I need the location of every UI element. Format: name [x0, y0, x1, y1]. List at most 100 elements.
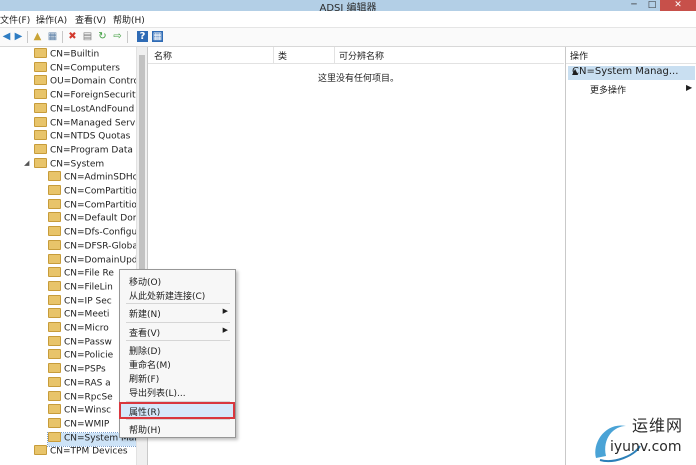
- folder-icon: [34, 48, 47, 58]
- tree-item[interactable]: CN=RAS a: [48, 376, 111, 391]
- tree-item-label: CN=AdminSDHolc: [64, 172, 146, 183]
- tree-item[interactable]: CN=NTDS Quotas: [34, 130, 130, 144]
- context-menu-item[interactable]: 导出列表(L)...: [121, 385, 233, 399]
- actions-section[interactable]: CN=System Manag... ▲: [568, 66, 695, 80]
- folder-icon: [34, 143, 47, 154]
- tree-item-label: CN=Program Data: [50, 145, 133, 156]
- up-folder-icon[interactable]: ▲: [32, 31, 43, 42]
- tree-item[interactable]: CN=Default Doma: [48, 212, 147, 226]
- tree-item-label: CN=Computers: [50, 63, 120, 74]
- context-menu-item-label: 查看(V): [129, 328, 161, 339]
- view-icon[interactable]: ▦: [152, 31, 163, 42]
- tree-item[interactable]: CN=ComPartitions: [48, 185, 147, 199]
- column-name[interactable]: 名称: [154, 49, 172, 62]
- help-icon[interactable]: ?: [137, 31, 148, 42]
- tree-item[interactable]: CN=TPM Devices: [34, 445, 128, 459]
- tree-item[interactable]: CN=Policie: [48, 349, 114, 363]
- list-header: 名称 类 可分辨名称: [148, 47, 564, 64]
- title-bar: ADSI 编辑器 ─ □ ✕: [0, 0, 696, 14]
- expand-arrow-icon[interactable]: ◢: [24, 159, 29, 167]
- context-menu-item[interactable]: 属性(R): [119, 401, 235, 419]
- tree-item[interactable]: CN=Managed Servic: [34, 116, 143, 131]
- forward-icon[interactable]: ▶: [13, 31, 24, 42]
- context-menu-item-label: 属性(R): [129, 407, 161, 418]
- export-icon[interactable]: ⇨: [112, 31, 123, 42]
- menu-help[interactable]: 帮助(H): [113, 13, 145, 26]
- tree-item-label: CN=FileLin: [64, 282, 113, 293]
- menu-file[interactable]: 文件(F): [0, 13, 30, 26]
- show-hide-tree-icon[interactable]: ▦: [47, 31, 58, 42]
- context-menu-item[interactable]: 重命名(M): [121, 357, 233, 371]
- tree-item[interactable]: CN=Program Data: [34, 143, 133, 158]
- refresh-icon[interactable]: ↻: [97, 31, 108, 42]
- tree-item[interactable]: CN=IP Sec: [48, 294, 112, 309]
- maximize-button[interactable]: □: [642, 0, 662, 11]
- close-button[interactable]: ✕: [660, 0, 696, 11]
- context-menu-item[interactable]: 新建(N) ▶: [121, 306, 233, 321]
- tree-item[interactable]: CN=Dfs-Configura: [48, 226, 147, 240]
- more-actions-link[interactable]: 更多操作: [590, 83, 626, 96]
- tree-item[interactable]: CN=Builtin: [34, 48, 100, 62]
- column-divider[interactable]: [334, 47, 335, 63]
- menu-separator: [126, 321, 230, 323]
- properties-icon[interactable]: ▤: [82, 31, 93, 42]
- column-distinguished-name[interactable]: 可分辨名称: [339, 49, 384, 62]
- tree-item[interactable]: OU=Domain Controll: [34, 75, 144, 89]
- context-menu-item[interactable]: 查看(V) ▶: [121, 325, 233, 339]
- tree-item-label: CN=Policie: [64, 350, 114, 361]
- tree-item[interactable]: CN=AdminSDHolc: [48, 171, 146, 185]
- tree-item[interactable]: CN=LostAndFound: [34, 102, 134, 117]
- tree-item[interactable]: CN=Winsc: [48, 404, 111, 418]
- tree-item[interactable]: CN=WMIP: [48, 417, 109, 432]
- folder-icon: [34, 116, 47, 127]
- context-menu-item[interactable]: 移动(O): [121, 274, 233, 288]
- tree-item[interactable]: ◢ CN=System: [24, 157, 104, 172]
- tree-item-label: CN=DFSR-GlobalS: [64, 241, 147, 252]
- folder-icon: [48, 431, 61, 442]
- context-menu-item[interactable]: 从此处新建连接(C): [121, 288, 233, 303]
- context-menu-item[interactable]: 删除(D): [121, 343, 233, 357]
- folder-icon: [48, 239, 61, 250]
- minimize-button[interactable]: ─: [624, 0, 644, 11]
- tree-item-label: CN=Builtin: [50, 49, 100, 60]
- folder-icon: [48, 185, 61, 195]
- context-menu-item[interactable]: 刷新(F): [121, 371, 233, 385]
- tree-item[interactable]: CN=DomainUpda: [48, 253, 143, 268]
- column-divider[interactable]: [273, 47, 274, 63]
- tree-item[interactable]: CN=DFSR-GlobalS: [48, 239, 147, 254]
- tree-item[interactable]: CN=Passw: [48, 335, 112, 350]
- tree-item[interactable]: CN=Meeti: [48, 308, 110, 322]
- folder-icon: [48, 349, 61, 360]
- context-menu-item[interactable]: 帮助(H): [121, 422, 233, 436]
- more-actions-arrow-icon[interactable]: ▶: [686, 83, 692, 92]
- folder-icon: [48, 363, 61, 374]
- watermark-en: iyunv.com: [610, 439, 682, 455]
- column-class[interactable]: 类: [278, 49, 287, 62]
- folder-icon: [34, 61, 47, 72]
- collapse-arrow-icon[interactable]: ▲: [572, 67, 692, 76]
- menu-action[interactable]: 操作(A): [36, 13, 67, 26]
- tree-item[interactable]: CN=Computers: [34, 61, 120, 76]
- context-menu-item-label: 移动(O): [129, 278, 162, 288]
- tree-item-label: CN=Meeti: [64, 309, 110, 320]
- folder-icon: [34, 130, 47, 141]
- tree-item[interactable]: CN=PSPs: [48, 363, 106, 377]
- tree-item[interactable]: CN=File Re: [48, 267, 114, 281]
- tree-item[interactable]: CN=ForeignSecurityP: [34, 89, 146, 103]
- toolbar-separator: [62, 31, 63, 43]
- folder-icon: [48, 280, 61, 291]
- tree-item-label: CN=IP Sec: [64, 296, 112, 307]
- tree-item[interactable]: CN=ComPartitionS: [48, 198, 147, 213]
- tree-item[interactable]: CN=FileLin: [48, 280, 113, 295]
- actions-header: 操作: [566, 47, 696, 64]
- tree-item[interactable]: CN=RpcSe: [48, 390, 113, 405]
- tree-item[interactable]: CN=Micro: [48, 322, 109, 336]
- tree-item-label: CN=Dfs-Configura: [64, 227, 147, 238]
- context-menu-item-label: 从此处新建连接(C): [129, 292, 206, 303]
- delete-icon[interactable]: ✖: [67, 31, 78, 42]
- folder-icon: [34, 445, 47, 456]
- menu-view[interactable]: 查看(V): [75, 13, 106, 26]
- back-icon[interactable]: ◀: [1, 31, 12, 42]
- actions-title: 操作: [570, 52, 589, 62]
- context-menu-item-label: 新建(N): [129, 310, 161, 321]
